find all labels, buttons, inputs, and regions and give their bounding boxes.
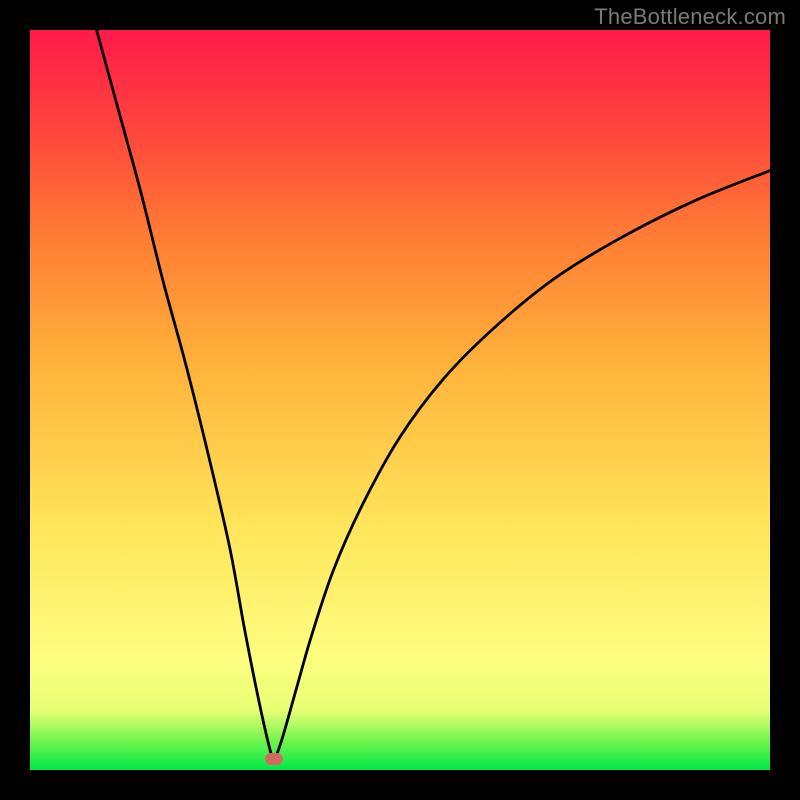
marker-dot [265, 753, 283, 765]
bottleneck-curve [97, 30, 770, 760]
watermark-label: TheBottleneck.com [594, 4, 786, 30]
plot-area [30, 30, 770, 770]
chart-frame: TheBottleneck.com [0, 0, 800, 800]
curve-svg [30, 30, 770, 770]
